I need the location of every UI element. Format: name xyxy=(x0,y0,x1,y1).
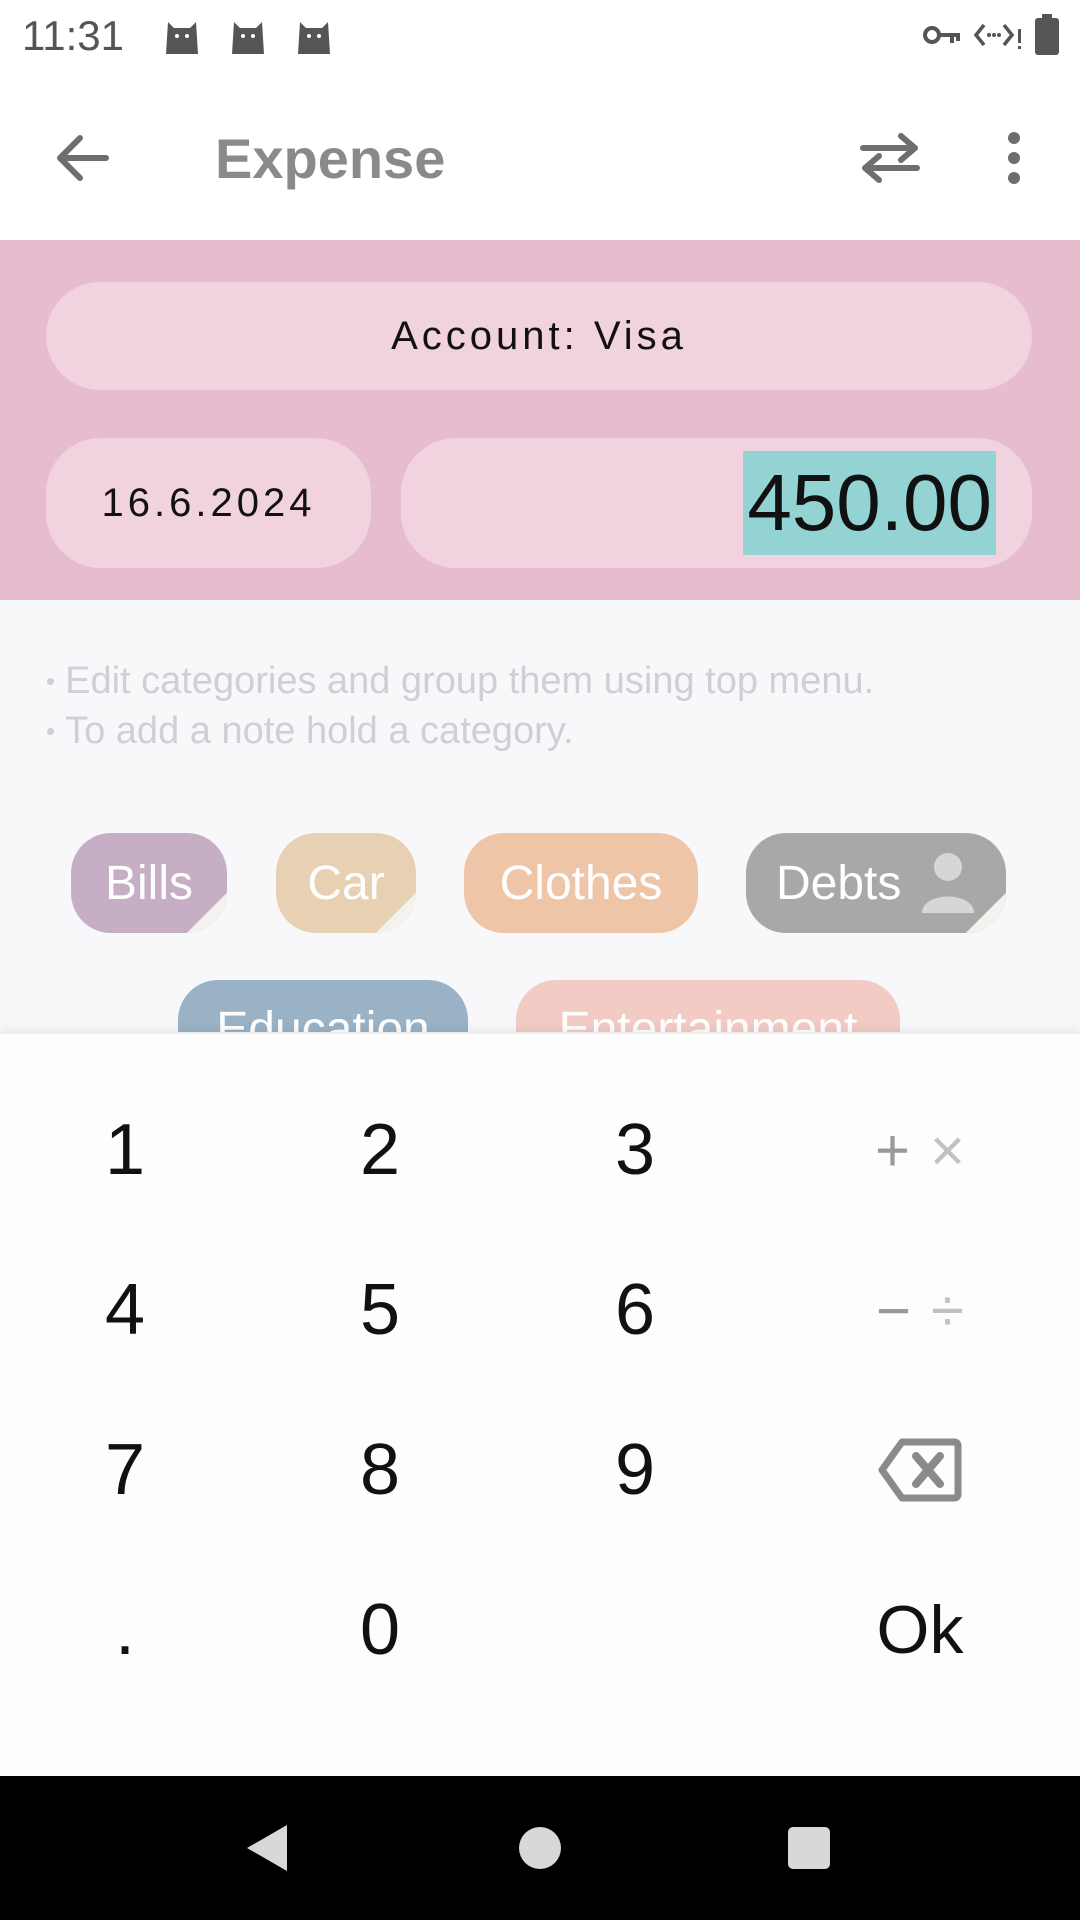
page-title: Expense xyxy=(215,127,446,190)
more-options-button[interactable] xyxy=(972,116,1056,200)
key-0[interactable]: 0 xyxy=(280,1560,480,1700)
ok-button[interactable]: Ok xyxy=(820,1560,1020,1700)
swap-icon xyxy=(860,133,920,183)
app-bar: Expense xyxy=(0,74,1080,240)
key-minus-divide[interactable]: − ÷ xyxy=(820,1240,1020,1380)
hints: • Edit categories and group them using t… xyxy=(46,656,1046,756)
page-curl-icon xyxy=(187,893,227,933)
battery-icon xyxy=(1035,14,1059,55)
key-2[interactable]: 2 xyxy=(280,1080,480,1220)
transaction-header: Account: Visa 16.6.2024 450.00 xyxy=(0,240,1080,600)
nav-home-button[interactable] xyxy=(498,1806,582,1890)
more-vert-icon xyxy=(1008,132,1020,184)
back-button[interactable] xyxy=(40,116,124,200)
back-arrow-icon xyxy=(57,135,109,181)
status-bar: 11:31 xyxy=(0,0,1080,74)
key-5[interactable]: 5 xyxy=(280,1240,480,1380)
amount-value: 450.00 xyxy=(743,451,996,555)
cat-icon xyxy=(298,22,330,54)
key-1[interactable]: 1 xyxy=(25,1080,225,1220)
category-car[interactable]: Car xyxy=(276,833,416,933)
system-nav-bar xyxy=(0,1776,1080,1920)
status-icons xyxy=(922,14,1060,56)
backspace-button[interactable] xyxy=(820,1400,1020,1540)
key-4[interactable]: 4 xyxy=(25,1240,225,1380)
key-plus-times[interactable]: + × xyxy=(820,1080,1020,1220)
key-6[interactable]: 6 xyxy=(535,1240,735,1380)
data-saver-icon xyxy=(973,23,1021,49)
cat-icon xyxy=(166,22,198,54)
nav-back-icon xyxy=(247,1825,287,1871)
hint-item: • Edit categories and group them using t… xyxy=(46,660,875,702)
nav-recents-button[interactable] xyxy=(767,1806,851,1890)
backspace-icon xyxy=(878,1438,962,1502)
account-selector[interactable]: Account: Visa xyxy=(46,282,1032,390)
date-selector[interactable]: 16.6.2024 xyxy=(46,438,371,568)
hint-item: • To add a note hold a category. xyxy=(46,710,574,752)
key-9[interactable]: 9 xyxy=(535,1400,735,1540)
swap-button[interactable] xyxy=(848,116,932,200)
account-label: Account: Visa xyxy=(391,313,687,358)
page-curl-icon xyxy=(376,893,416,933)
nav-home-icon xyxy=(519,1827,561,1869)
date-value: 16.6.2024 xyxy=(101,480,316,525)
page-curl-icon xyxy=(966,893,1006,933)
cat-icon xyxy=(232,22,264,54)
nav-back-button[interactable] xyxy=(224,1806,308,1890)
categories-area: • Edit categories and group them using t… xyxy=(0,600,1080,1080)
category-bills[interactable]: Bills xyxy=(71,833,227,933)
key-decimal[interactable]: . xyxy=(25,1560,225,1700)
calculator-keypad: 1 2 3 + × 4 5 6 − ÷ 7 8 9 . 0 Ok xyxy=(0,1032,1080,1776)
category-debts[interactable]: Debts xyxy=(746,833,1006,933)
category-clothes[interactable]: Clothes xyxy=(464,833,698,933)
nav-recents-icon xyxy=(788,1827,830,1869)
amount-field[interactable]: 450.00 xyxy=(401,438,1032,568)
key-3[interactable]: 3 xyxy=(535,1080,735,1220)
vpn-key-icon xyxy=(923,26,960,44)
status-time: 11:31 xyxy=(22,12,124,59)
key-7[interactable]: 7 xyxy=(25,1400,225,1540)
key-8[interactable]: 8 xyxy=(280,1400,480,1540)
